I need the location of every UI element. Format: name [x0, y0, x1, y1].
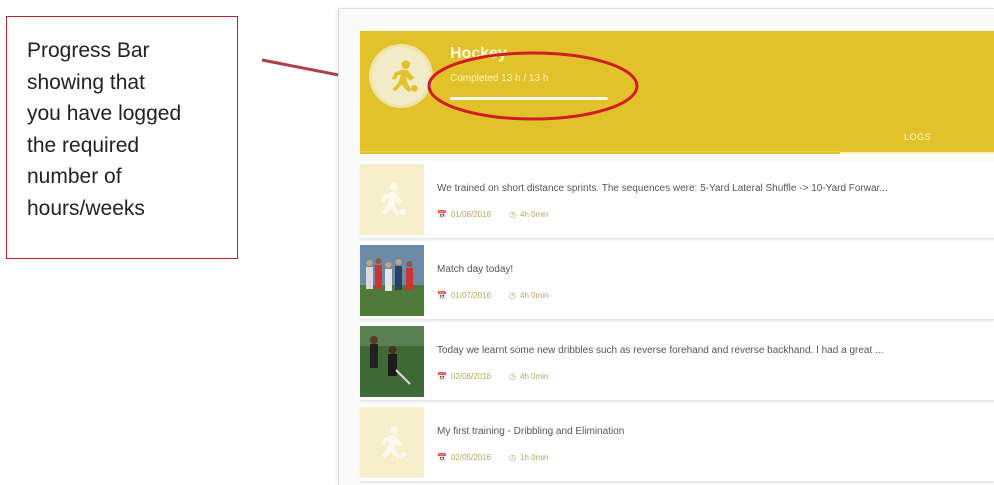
progress-bar-fill: [450, 97, 608, 100]
activity-panel: Hockey Completed 13 h / 13 h LOGS We tra…: [338, 8, 994, 485]
tab-divider: [360, 151, 840, 152]
log-meta: 📅 02/05/2016 ◷ 1h 0min: [437, 453, 548, 462]
tab-logs[interactable]: LOGS: [840, 121, 994, 154]
progress-bar: [450, 97, 608, 100]
log-date: 01/08/2016: [450, 210, 492, 219]
calendar-icon: 📅: [437, 453, 447, 462]
calendar-icon: 📅: [437, 291, 447, 300]
log-description: We trained on short distance sprints. Th…: [437, 183, 888, 194]
annotation-callout-text: Progress Bar showing that you have logge…: [27, 39, 182, 220]
soccer-player-icon: [391, 60, 418, 93]
log-item[interactable]: Match day today! 📅 01/07/2016 ◷ 4h 0min: [360, 242, 994, 320]
dribble-photo: [360, 326, 424, 397]
log-duration: 4h 0min: [520, 291, 549, 300]
log-description: My first training - Dribbling and Elimin…: [437, 426, 625, 437]
soccer-player-icon: [381, 425, 406, 459]
log-date: 02/05/2016: [450, 453, 492, 462]
activity-header: Hockey Completed 13 h / 13 h LOGS: [360, 31, 994, 154]
calendar-icon: 📅: [437, 210, 447, 219]
log-thumbnail-placeholder: [360, 407, 424, 478]
activity-avatar: [372, 47, 430, 105]
annotation-callout: Progress Bar showing that you have logge…: [6, 16, 238, 259]
team-photo: [360, 245, 424, 316]
clock-icon: ◷: [509, 291, 516, 300]
log-list: We trained on short distance sprints. Th…: [360, 161, 994, 485]
calendar-icon: 📅: [437, 372, 447, 381]
progress-text: Completed 13 h / 13 h: [450, 73, 549, 84]
log-item[interactable]: We trained on short distance sprints. Th…: [360, 161, 994, 239]
log-description: Match day today!: [437, 264, 514, 275]
log-item[interactable]: Today we learnt some new dribbles such a…: [360, 323, 994, 401]
clock-icon: ◷: [509, 453, 516, 462]
log-date: 01/07/2016: [450, 291, 492, 300]
log-meta: 📅 02/06/2016 ◷ 4h 0min: [437, 372, 548, 381]
log-duration: 4h 0min: [520, 372, 549, 381]
log-thumbnail-photo: [360, 245, 424, 316]
soccer-player-icon: [381, 182, 406, 216]
log-item[interactable]: My first training - Dribbling and Elimin…: [360, 404, 994, 482]
log-duration: 1h 0min: [520, 453, 549, 462]
log-meta: 📅 01/08/2016 ◷ 4h 0min: [437, 210, 548, 219]
log-date: 02/06/2016: [450, 372, 492, 381]
clock-icon: ◷: [509, 372, 516, 381]
log-meta: 📅 01/07/2016 ◷ 4h 0min: [437, 291, 548, 300]
log-duration: 4h 0min: [520, 210, 549, 219]
activity-title: Hockey: [450, 45, 507, 62]
log-description: Today we learnt some new dribbles such a…: [437, 345, 884, 356]
clock-icon: ◷: [509, 210, 516, 219]
log-thumbnail-photo: [360, 326, 424, 397]
log-thumbnail-placeholder: [360, 164, 424, 235]
